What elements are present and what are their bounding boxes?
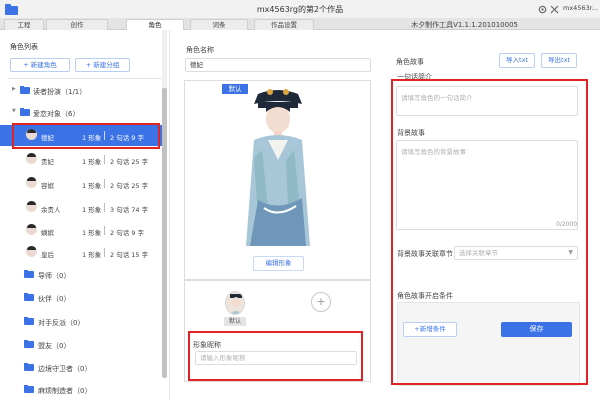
avatar [26,246,37,257]
divider [104,226,105,235]
highlight-box [12,123,160,149]
version-label: 木夕制作工具V1.1.1.201010005 [411,21,518,29]
group-label: 导师（0） [38,272,71,280]
tab-create[interactable]: 创作 [46,19,108,30]
character-name: 嫡嫔 [41,229,54,237]
character-row[interactable]: 贵妃 1 形象 2 句话 25 字 [0,149,162,170]
new-group-button[interactable]: + 新建分组 [75,58,130,72]
group-guard[interactable]: 边境守卫者（0） [0,358,162,378]
tab-entries[interactable]: 词条 [190,19,248,30]
group-mentor[interactable]: 导师（0） [0,265,162,285]
character-forms: 1 形象 [82,229,102,237]
avatar [26,201,37,212]
sidebar-scroll-thumb[interactable] [162,88,167,378]
character-info: 3 句话 74 字 [110,206,149,214]
character-info: 2 句话 25 字 [110,158,149,166]
thumb-default-tag: 默认 [224,317,246,326]
character-row[interactable]: 嫡嫔 1 形象 2 句话 9 字 [0,220,162,241]
main-tabs: 工程 创作 角色 词条 作品设置 木夕制作工具V1.1.1.201010005 [0,18,600,30]
character-forms: 1 形象 [82,158,102,166]
folder-icon [24,293,34,301]
folder-icon [24,363,34,371]
character-info: 2 句话 25 字 [110,182,149,190]
tab-project[interactable]: 工程 [4,19,44,30]
new-role-button[interactable]: + 新建角色 [10,58,70,72]
group-label: 读者扮演（1/1） [33,88,87,96]
group-love-interest[interactable]: ▼ 爱恋对象（6） [0,103,162,123]
character-row[interactable]: 皇后 1 形象 2 句话 15 字 [0,242,162,263]
character-forms: 1 形象 [82,206,102,214]
group-rival[interactable]: 对手反派（0） [0,312,162,332]
character-name: 容嫔 [41,182,54,190]
group-partner[interactable]: 伙伴（0） [0,288,162,308]
add-form-button[interactable]: + [311,292,331,312]
divider [104,248,105,257]
group-label: 边境守卫者（0） [38,365,92,373]
new-role-label: 新建角色 [30,61,57,69]
character-row[interactable]: 容嫔 1 形象 2 句话 25 字 [0,173,162,194]
group-ally[interactable]: 盟友（0） [0,335,162,355]
group-readers[interactable]: ▶ 读者扮演（1/1） [0,81,162,101]
character-forms: 1 形象 [82,251,102,259]
sidebar-title: 角色列表 [10,43,38,51]
folder-icon [20,86,30,94]
folder-icon [24,317,34,325]
edit-image-button[interactable]: 编辑形象 [253,256,304,271]
folder-icon [20,108,30,116]
character-info: 2 句话 15 字 [110,251,149,259]
group-label: 伙伴（0） [38,295,71,303]
character-name: 贵妃 [41,158,54,166]
role-name-input[interactable]: 德妃 [185,58,371,72]
highlight-box [391,79,588,385]
role-story-label: 角色故事 [396,58,424,66]
group-label: 麻烦制造者（0） [38,387,92,395]
character-row[interactable]: 余贵人 1 形象 3 句话 74 字 [0,197,162,218]
divider [8,78,162,79]
export-txt-button[interactable]: 导出txt [541,53,577,68]
group-label: 对手反派（0） [38,319,85,327]
chevron-right-icon: ▶ [12,86,16,92]
chevron-down-icon: ▼ [12,108,16,114]
form-thumbnail[interactable] [225,291,245,315]
plus-icon: + [23,61,29,69]
window-title: mx4563rg的第2个作品 [256,5,344,14]
tab-roles[interactable]: 角色 [126,19,184,30]
import-txt-button[interactable]: 导入txt [499,53,535,68]
plus-icon: + [85,61,92,69]
group-troublemaker[interactable]: 麻烦制造者（0） [0,380,162,400]
title-bar: mx4563rg的第2个作品 mx4563r... [0,0,600,18]
character-info: 2 句话 9 字 [110,229,144,237]
group-label: 盟友（0） [38,342,71,350]
character-name: 皇后 [41,251,54,259]
avatar [26,224,37,235]
divider [104,155,105,164]
folder-icon [24,385,34,393]
divider [104,179,105,188]
avatar [26,153,37,164]
folder-icon [24,340,34,348]
divider [104,203,105,212]
character-forms: 1 形象 [82,182,102,190]
user-name[interactable]: mx4563r... [563,4,598,12]
character-name: 余贵人 [41,206,61,214]
close-icon[interactable] [549,4,560,15]
new-group-label: 新建分组 [93,61,120,69]
settings-icon[interactable] [537,4,548,15]
tab-work-settings[interactable]: 作品设置 [254,19,314,30]
character-portrait [246,89,310,246]
role-name-label: 角色名称 [186,46,214,54]
group-label: 爱恋对象（6） [33,110,80,118]
avatar [26,177,37,188]
highlight-box [188,331,363,381]
folder-icon [24,270,34,278]
